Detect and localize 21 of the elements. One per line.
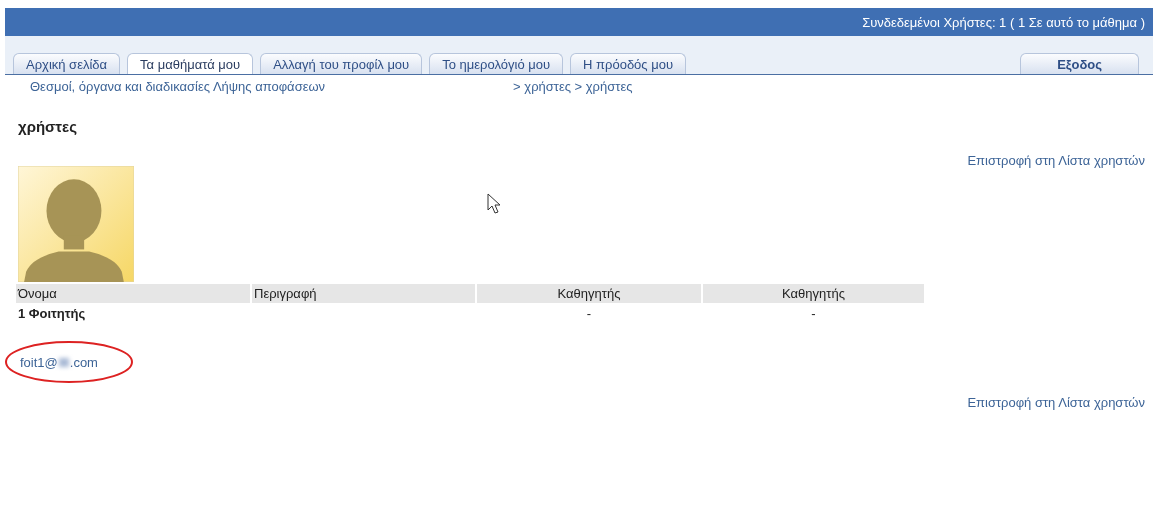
blurred-text <box>58 357 69 367</box>
breadcrumb-path[interactable]: > χρήστες > χρήστες <box>513 79 633 94</box>
logout-tab[interactable]: Εξοδος <box>1020 53 1139 74</box>
column-header: Περιγραφή <box>252 284 475 303</box>
back-to-list-link[interactable]: Επιστροφή στη Λίστα χρηστών <box>967 153 1145 168</box>
table-cell: - <box>811 306 816 321</box>
column-header: Καθηγητής <box>703 284 924 303</box>
column-header: Καθηγητής <box>477 284 701 303</box>
nav-tab[interactable]: Αρχική σελίδα <box>13 53 121 74</box>
nav-tab[interactable]: Το ημερολόγιό μου <box>429 53 564 74</box>
back-to-list-link[interactable]: Επιστροφή στη Λίστα χρηστών <box>967 395 1145 410</box>
online-users-text: Συνδεδεμένοι Χρήστες: 1 ( 1 Σε αυτό το μάθημα ) <box>862 14 1145 30</box>
page-heading: χρήστες <box>18 118 78 135</box>
mouse-cursor-icon <box>487 193 501 215</box>
column-header: Όνομα <box>16 284 250 303</box>
nav-tab[interactable]: Αλλαγή του προφίλ μου <box>260 53 423 74</box>
nav-tab[interactable]: Τα μαθήματά μου <box>127 53 254 74</box>
nav-tab[interactable]: Η πρόοδός μου <box>570 53 687 74</box>
table-cell: - <box>586 306 592 321</box>
table-cell: 1 Φοιτητής <box>18 306 86 321</box>
course-link[interactable]: Θεσμοί, όργανα και διαδικασίες Λήψης αποφάσεων <box>30 79 326 94</box>
